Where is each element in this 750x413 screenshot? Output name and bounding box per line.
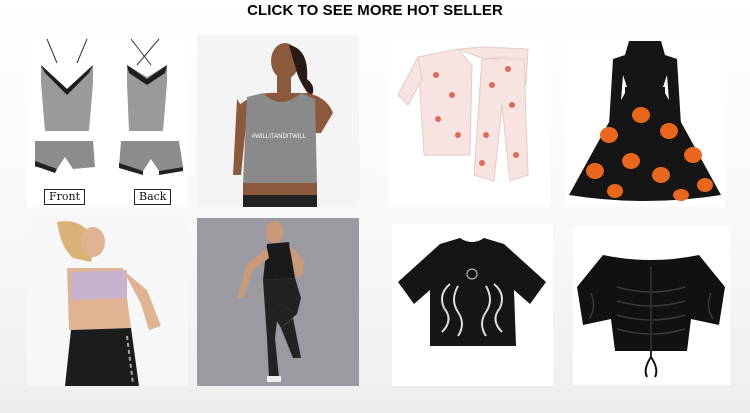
tank-print-text: #WILLITANDITWILL [252,134,307,140]
pumpkin-dress-image [569,41,721,201]
product-tile-black-activewear[interactable] [197,218,359,386]
pajama-set-image [397,46,529,182]
product-tile-satin-crop-top[interactable] [573,227,730,385]
back-label: Back [134,189,172,205]
product-tile-gray-sports-tank[interactable]: #WILLITANDITWILL [197,35,359,207]
page-title: CLICK TO SEE MORE HOT SELLER [247,2,503,19]
product-tile-dragon-crop-tee[interactable] [392,224,553,386]
gray-sports-tank-image: #WILLITANDITWILL [197,35,359,207]
front-label: Front [44,189,86,205]
lace-cami-set-image [35,38,183,175]
black-activewear-image [197,218,359,386]
product-tile-lace-cami-set[interactable]: Front Back [27,35,188,207]
satin-top-image [577,255,725,378]
product-tile-pumpkin-dress[interactable] [565,35,725,207]
product-tile-printed-pajama-set[interactable] [388,35,550,207]
product-tile-lilac-sports-bra[interactable] [27,218,188,386]
dragon-tee-image [398,238,546,346]
lilac-sports-bra-image [27,218,188,386]
